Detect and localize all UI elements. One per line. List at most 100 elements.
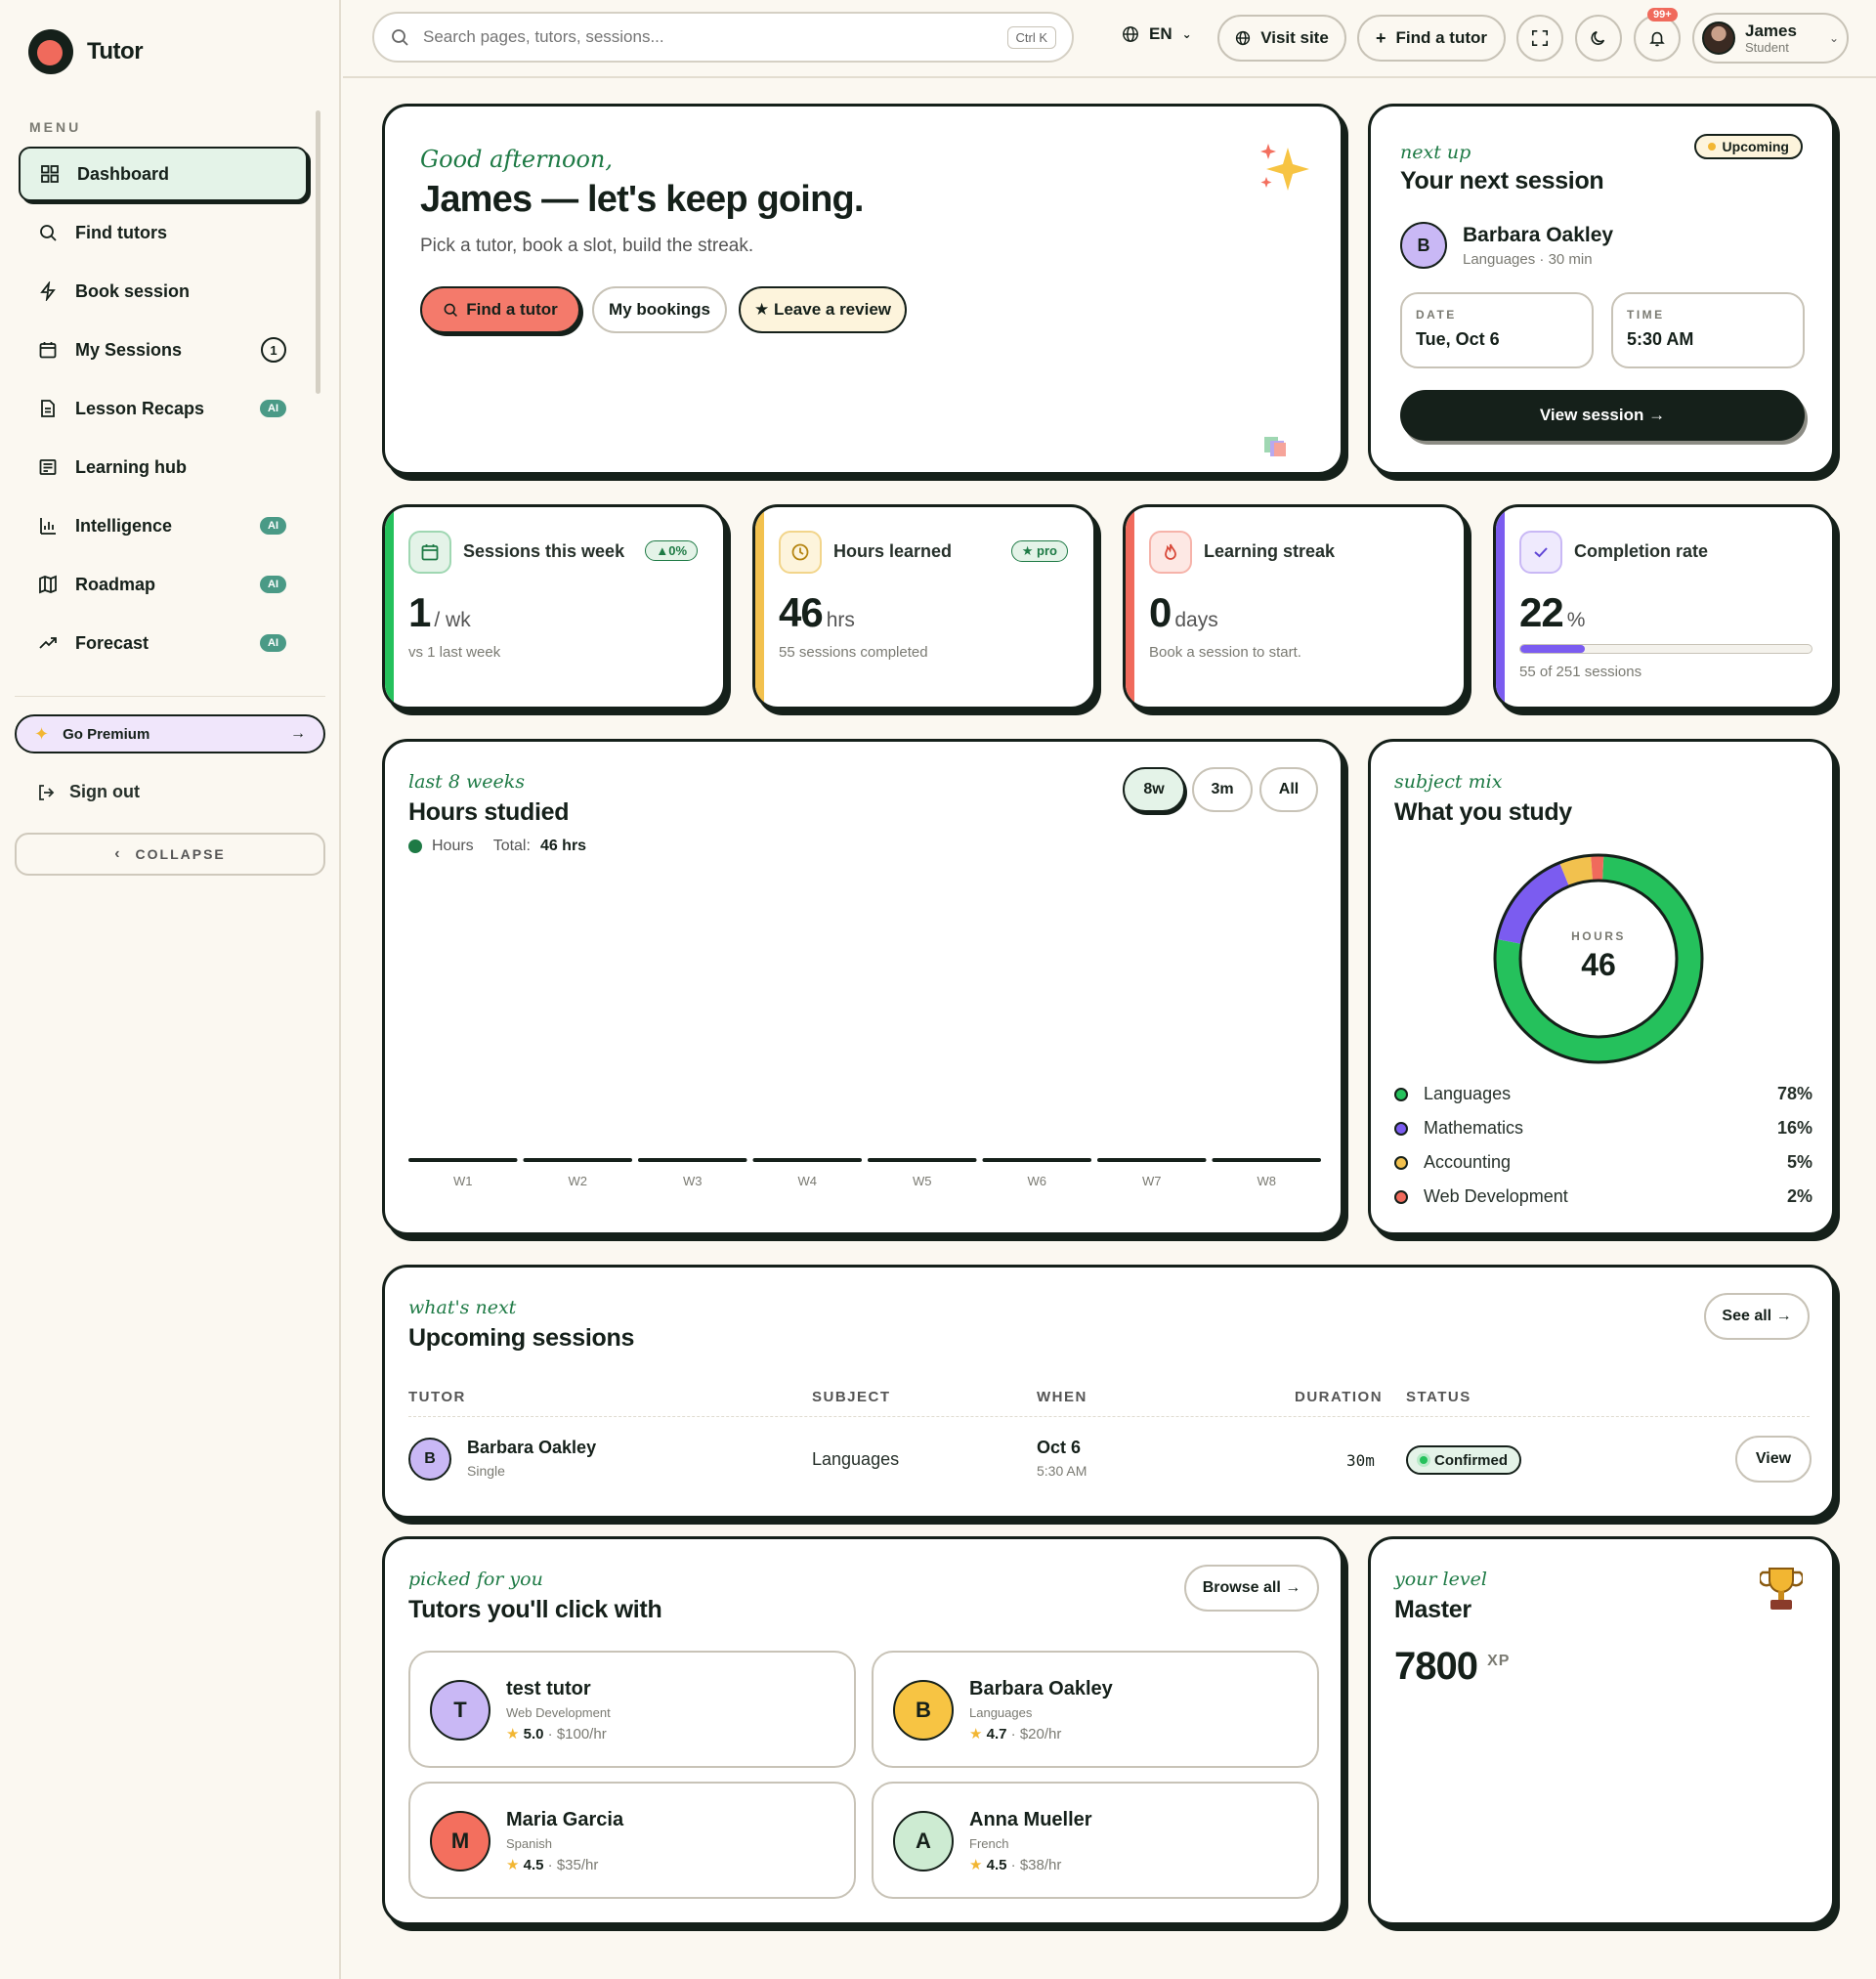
stat-stripe [1496,507,1505,707]
donut-slice-web-development[interactable] [1591,856,1604,882]
view-row-button[interactable]: View [1735,1436,1812,1483]
go-premium-button[interactable]: ✦ Go Premium → [15,714,325,753]
stat-subtext: 55 of 251 sessions [1519,664,1642,680]
recommended-tutors-card: picked for you Tutors you'll click with … [382,1536,1343,1925]
legend-label: Mathematics [1424,1118,1524,1138]
chart-title: Hours studied [408,798,570,826]
legend-label: Accounting [1424,1152,1512,1172]
stat-number: 1 [408,589,431,635]
find-tutor-label: Find a tutor [466,300,558,319]
collapse-sidebar-button[interactable]: ‹ COLLAPSE [15,833,325,876]
visit-site-button[interactable]: Visit site [1217,15,1346,62]
legend-dot [1394,1121,1408,1136]
stat-number: 0 [1149,589,1172,635]
stat-value: 22% [1519,589,1585,636]
session-meta: Languages · 30 min [1463,251,1593,268]
see-all-button[interactable]: See all → [1704,1293,1810,1340]
sidebar-item-roadmap[interactable]: Roadmap AI [19,557,308,612]
document-icon [41,400,55,417]
upcoming-eyebrow: what's next [408,1297,517,1318]
sidebar-item-learning-hub[interactable]: Learning hub [19,440,308,495]
premium-label: Go Premium [63,725,150,743]
table-row[interactable]: B Barbara Oakley Single Languages Oct 6 … [385,1424,1838,1498]
level-title: Master [1394,1596,1471,1623]
sidebar-item-forecast[interactable]: Forecast AI [19,616,308,670]
x-tick-label: W2 [569,1174,588,1188]
tutor-name: Barbara Oakley [467,1438,597,1457]
brand-logo[interactable]: Tutor [28,29,144,74]
session-type: Single [467,1463,505,1479]
range-tab-3m[interactable]: 3m [1192,767,1253,812]
rating-value: 4.5 [986,1857,1007,1873]
sign-out-button[interactable]: Sign out [36,782,140,802]
leave-review-button[interactable]: ★ Leave a review [739,286,907,333]
search-input[interactable] [423,27,994,47]
x-tick-label: W4 [798,1174,818,1188]
bar-w4[interactable] [752,1158,863,1162]
session-date: Oct 6 [1037,1438,1082,1457]
bar-w2[interactable] [523,1158,633,1162]
legend-label: Languages [1424,1084,1512,1103]
tutor-card[interactable]: A Anna Mueller French ★ 4.5 · $38/hr [872,1782,1319,1899]
find-tutor-button[interactable]: Find a tutor [420,286,580,333]
bar-w5[interactable] [868,1158,977,1162]
theme-toggle-button[interactable] [1575,15,1622,62]
my-bookings-button[interactable]: My bookings [592,286,727,333]
tutor-rating: ★ 4.5 · $38/hr [969,1856,1061,1873]
bar-w8[interactable] [1212,1158,1322,1162]
tutor-subject: French [969,1836,1009,1851]
sidebar-item-label: Lesson Recaps [75,398,205,418]
xp-value: 7800 XP [1394,1645,1510,1689]
bar-w1[interactable] [408,1158,518,1162]
stat-unit: days [1174,609,1218,631]
view-session-button[interactable]: View session → [1400,390,1805,441]
tutor-card[interactable]: B Barbara Oakley Languages ★ 4.7 · $20/h… [872,1651,1319,1768]
bar-w3[interactable] [638,1158,747,1162]
legend-dot [1394,1087,1408,1101]
xp-number: 7800 [1394,1645,1478,1688]
notifications-button[interactable]: 99+ [1634,8,1681,62]
bar-w7[interactable] [1097,1158,1207,1162]
pro-badge: ★ pro [1010,540,1068,562]
sidebar-scrollbar[interactable] [316,110,320,394]
tutor-name: Barbara Oakley [969,1678,1113,1699]
user-menu[interactable]: James Student ⌄ [1692,13,1849,64]
page-title: James — let's keep going. [420,179,864,220]
sidebar-item-intelligence[interactable]: Intelligence AI [19,498,308,553]
search-icon [40,225,57,241]
sidebar-item-dashboard[interactable]: Dashboard [19,147,308,201]
browse-all-button[interactable]: Browse all → [1184,1565,1319,1612]
range-tab-8w[interactable]: 8w [1123,767,1185,812]
tutors-title: Tutors you'll click with [408,1596,662,1623]
sidebar-item-find-tutors[interactable]: Find tutors [19,205,308,260]
stat-number: 22 [1519,589,1564,635]
sidebar-item-my-sessions[interactable]: My Sessions 1 [19,323,308,377]
tutor-card[interactable]: T test tutor Web Development ★ 5.0 · $10… [408,1651,856,1768]
star-icon: ★ [969,1857,983,1873]
legend-percent: 16% [1776,1118,1812,1138]
brand-name: Tutor [87,38,144,65]
next-session-title: Your next session [1400,167,1604,194]
collapse-label: COLLAPSE [135,846,226,862]
level-eyebrow: your level [1394,1569,1487,1590]
user-role: Student [1745,39,1789,55]
range-tab-all[interactable]: All [1259,767,1318,812]
language-selector[interactable]: EN ⌄ [1122,24,1192,44]
bar-w6[interactable] [982,1158,1092,1162]
stat-stripe [385,507,394,707]
sidebar-item-lesson-recaps[interactable]: Lesson Recaps AI [19,381,308,436]
status-badge: Confirmed [1406,1445,1521,1475]
global-search[interactable]: Ctrl K [372,12,1074,63]
ai-badge: AI [260,517,286,535]
column-header: DURATION [1295,1389,1384,1405]
fullscreen-button[interactable] [1516,15,1563,62]
sidebar-item-book-session[interactable]: Book session [19,264,308,319]
tutors-eyebrow: picked for you [408,1569,543,1590]
top-bar: Ctrl K EN ⌄ Visit site + Find a tutor 99… [343,0,1876,78]
stat-label: Completion rate [1574,541,1709,561]
ai-badge: AI [260,576,286,593]
tutor-name[interactable]: Barbara Oakley [1463,224,1613,247]
trend-icon [39,637,57,649]
find-tutor-top-button[interactable]: + Find a tutor [1357,15,1506,62]
tutor-card[interactable]: M Maria Garcia Spanish ★ 4.5 · $35/hr [408,1782,856,1899]
